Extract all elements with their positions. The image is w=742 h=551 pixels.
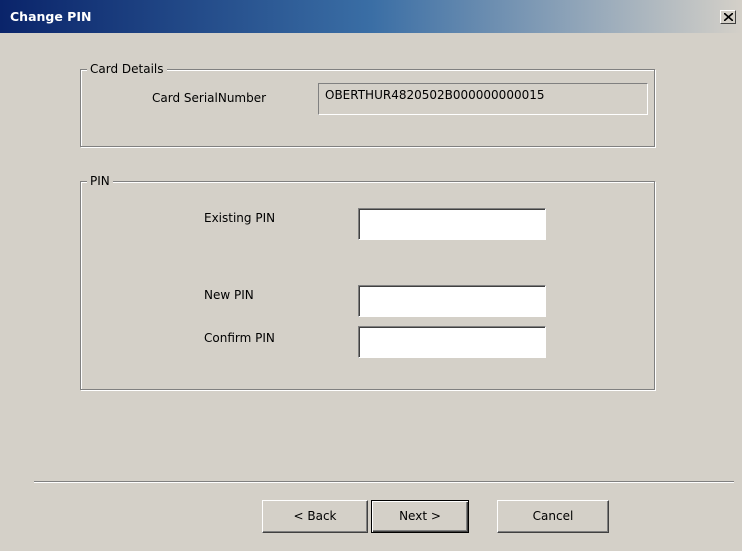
footer-divider bbox=[34, 481, 734, 483]
close-icon bbox=[724, 13, 733, 21]
new-pin-input[interactable] bbox=[358, 285, 546, 317]
card-details-legend: Card Details bbox=[87, 61, 167, 77]
back-button[interactable]: < Back bbox=[262, 500, 368, 533]
card-serial-label: Card SerialNumber bbox=[152, 91, 267, 105]
card-serial-value: OBERTHUR4820502B000000000015 bbox=[318, 83, 648, 115]
window-title: Change PIN bbox=[10, 9, 92, 24]
title-bar: Change PIN bbox=[0, 0, 742, 33]
confirm-pin-input[interactable] bbox=[358, 326, 546, 358]
next-button[interactable]: Next > bbox=[371, 500, 469, 533]
pin-legend: PIN bbox=[87, 173, 113, 189]
close-button[interactable] bbox=[720, 10, 736, 24]
existing-pin-label: Existing PIN bbox=[204, 211, 276, 225]
cancel-button[interactable]: Cancel bbox=[497, 500, 609, 533]
confirm-pin-label: Confirm PIN bbox=[204, 331, 275, 345]
new-pin-label: New PIN bbox=[204, 288, 254, 302]
existing-pin-input[interactable] bbox=[358, 208, 546, 240]
